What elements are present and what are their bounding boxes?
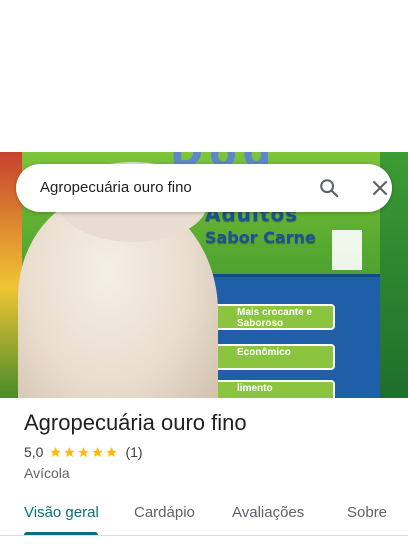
star-icon	[78, 446, 90, 457]
place-tabs: Visão geral Cardápio Avaliações Sobre	[0, 494, 408, 538]
search-bar[interactable]: Agropecuária ouro fino	[16, 164, 392, 212]
tab-overview[interactable]: Visão geral	[24, 504, 99, 521]
tab-menu[interactable]: Cardápio	[134, 504, 195, 521]
review-count[interactable]: (1)	[125, 444, 142, 460]
rating-row[interactable]: 5,0 (1)	[24, 444, 143, 460]
rating-value: 5,0	[24, 444, 44, 460]
place-title: Agropecuária ouro fino	[24, 410, 247, 435]
star-icon	[64, 446, 76, 457]
tab-reviews[interactable]: Avaliações	[232, 504, 304, 521]
star-icon	[50, 446, 62, 457]
tabs-divider	[0, 535, 408, 536]
search-icon[interactable]	[318, 177, 340, 199]
star-icon	[106, 446, 118, 457]
tab-about[interactable]: Sobre	[347, 504, 387, 521]
close-icon[interactable]	[370, 178, 390, 198]
photo-line2: Sabor Carne	[205, 228, 316, 247]
photo-white-tag	[332, 230, 362, 270]
photo-dog	[18, 162, 218, 398]
star-icon	[92, 446, 104, 457]
search-input[interactable]: Agropecuária ouro fino	[40, 179, 192, 196]
rating-stars	[49, 446, 119, 459]
place-category[interactable]: Avícola	[24, 465, 70, 481]
